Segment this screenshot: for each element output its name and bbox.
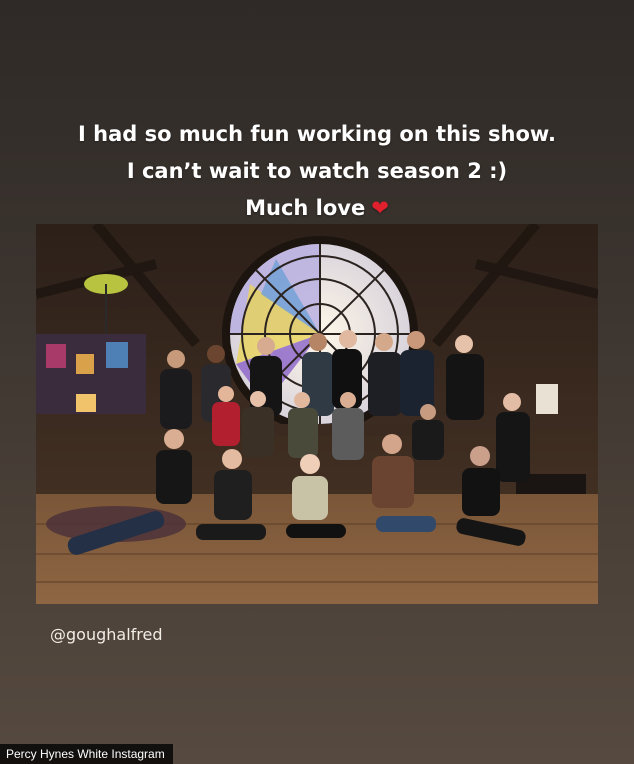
photo-credit: Percy Hynes White Instagram [0, 744, 173, 764]
caption-line-1: I had so much fun working on this show. [78, 122, 556, 146]
story-caption: I had so much fun working on this show. … [0, 116, 634, 227]
caption-line-2: I can’t wait to watch season 2 :) [126, 159, 508, 183]
caption-line-3: Much love ❤ [0, 190, 634, 227]
mention-tag[interactable]: @goughalfred [50, 625, 163, 644]
cast-group-photo [36, 224, 598, 604]
heart-icon: ❤ [371, 196, 389, 220]
